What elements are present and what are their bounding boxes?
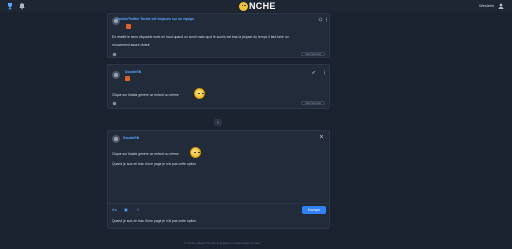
post-author[interactable]: Double/Twitter Tackle est toujours sur u… <box>116 17 194 21</box>
reaction-icon[interactable] <box>112 52 117 57</box>
avatar <box>112 135 120 143</box>
post-card: Double/Twitter Tackle est toujours sur u… <box>107 13 330 58</box>
reply-button[interactable]: Citer/répondre <box>301 101 325 105</box>
smiley-sticker-icon <box>190 147 201 158</box>
editor-line: Quand je suis en bas d'une page je n'ai … <box>112 162 197 166</box>
post-text-line: mouvement assez chiant <box>112 43 150 47</box>
close-icon[interactable] <box>319 134 324 139</box>
text-format-button[interactable]: Aa <box>112 207 117 212</box>
user-menu-icon[interactable] <box>498 3 504 9</box>
settings-icon[interactable] <box>318 17 323 22</box>
avatar[interactable] <box>112 71 120 79</box>
gift-badge-icon <box>125 76 130 81</box>
post-card: DoubleSN Clique sur blabla génère ce enf… <box>107 64 330 109</box>
site-logo[interactable]: NCHE <box>239 1 276 11</box>
more-options-icon[interactable] <box>324 17 329 22</box>
edit-icon[interactable] <box>311 70 316 75</box>
post-author[interactable]: DoubleSN <box>125 70 141 74</box>
emoji-button[interactable]: ☺ <box>136 207 140 212</box>
reply-editor: DoubleSN Clique sur blabla génère ce enf… <box>107 130 330 229</box>
editor-textarea[interactable]: DoubleSN Clique sur blabla génère ce enf… <box>108 131 329 203</box>
editor-toolbar: Aa ▣ ☺ Envoyer <box>108 203 329 216</box>
post-text: Clique sur blabla génère ce enfant ou mê… <box>112 93 179 97</box>
footer-links[interactable]: © Onche Règles Mentions légales Confiden… <box>184 241 260 245</box>
preview-text: Quand je suis en bas d'une page je n'ai … <box>112 219 197 223</box>
logo-smiley-icon <box>239 1 248 11</box>
bell-icon[interactable] <box>18 2 26 10</box>
image-button[interactable]: ▣ <box>124 207 128 212</box>
top-bar: NCHE Wesleini <box>0 0 512 12</box>
post-text-line: En réalité le sens cliquable mais en hau… <box>112 35 289 39</box>
trophy-icon[interactable] <box>6 2 14 10</box>
more-options-icon[interactable] <box>322 70 327 75</box>
username[interactable]: Wesleini <box>479 2 494 10</box>
gift-badge-icon <box>126 24 131 29</box>
editor-author: DoubleSN <box>123 136 140 140</box>
logo-text: NCHE <box>249 1 276 11</box>
smiley-sticker-icon <box>194 88 205 99</box>
reaction-icon[interactable] <box>112 101 117 106</box>
expand-thread-button[interactable]: ≡ <box>214 119 222 126</box>
send-button[interactable]: Envoyer <box>302 206 326 214</box>
reply-button[interactable]: Citer/répondre <box>301 52 325 56</box>
editor-line: Clique sur blabla génère ce enfant ou mê… <box>112 152 179 156</box>
